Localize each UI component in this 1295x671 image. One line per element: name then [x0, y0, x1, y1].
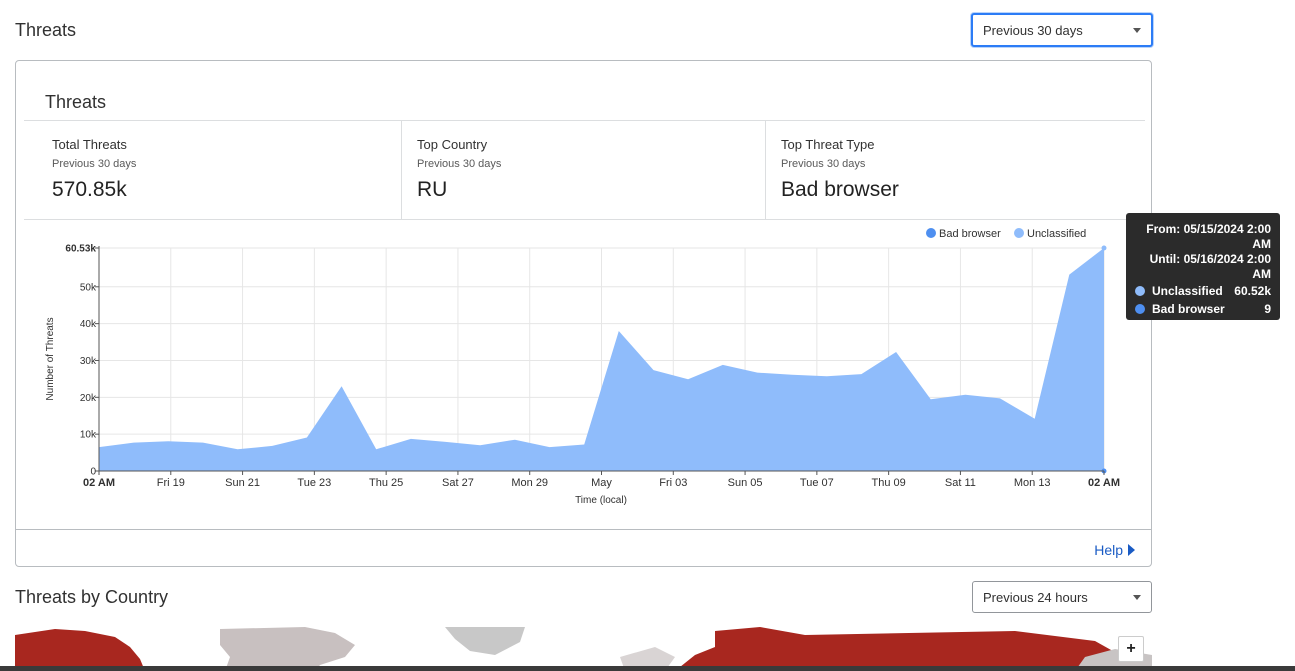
country-range-value: Previous 24 hours: [983, 589, 1088, 605]
unclassified-dot-icon: [1135, 286, 1145, 296]
map-zoom-in-button[interactable]: +: [1118, 636, 1144, 662]
page-title: Threats: [15, 20, 77, 40]
tooltip-row-name: Unclassified: [1152, 284, 1223, 298]
map-region-greenland: [445, 627, 525, 655]
tooltip-row-bad-browser: Bad browser 9: [1135, 300, 1271, 318]
time-range-value: Previous 30 days: [983, 22, 1083, 38]
stat-label: Top Country: [417, 137, 488, 152]
time-range-select[interactable]: Previous 30 days: [971, 13, 1153, 47]
tooltip-until: Until: 05/16/2024 2:00 AM: [1149, 252, 1271, 281]
caret-right-icon: [1128, 544, 1135, 556]
help-link[interactable]: Help: [1094, 542, 1135, 558]
map-region-canada: [220, 627, 355, 671]
tooltip-row-unclassified: Unclassified 60.52k: [1135, 282, 1271, 300]
stat-top-threat-type: Top Threat Type Previous 30 days Bad bro…: [766, 121, 1145, 219]
map-region-north-america: [15, 629, 145, 671]
stat-label: Total Threats: [52, 137, 127, 152]
bottom-bar: [0, 666, 1295, 671]
bad-browser-dot-icon: [1135, 304, 1145, 314]
stat-label: Top Threat Type: [781, 137, 875, 152]
card-footer: Help: [16, 529, 1151, 567]
tooltip-row-value: 60.53k: [1234, 320, 1271, 334]
chart-tooltip: From: 05/15/2024 2:00 AM Until: 05/16/20…: [1126, 213, 1280, 334]
country-range-select[interactable]: Previous 24 hours: [972, 581, 1152, 613]
card-title: Threats: [45, 92, 107, 112]
stat-value: Bad browser: [781, 178, 899, 201]
chevron-down-icon: [1133, 27, 1141, 33]
map-region-russia: [675, 627, 1120, 671]
tooltip-row-value: 60.52k: [1234, 284, 1271, 298]
world-map[interactable]: [15, 627, 1152, 671]
stat-total-threats: Total Threats Previous 30 days 570.85k: [24, 121, 402, 219]
tooltip-row-name: Total: [1152, 320, 1180, 334]
tooltip-from: From: 05/15/2024 2:00 AM: [1146, 222, 1271, 251]
tooltip-row-total: Total 60.53k: [1135, 318, 1271, 336]
chevron-down-icon: [1133, 594, 1141, 600]
tooltip-row-name: Bad browser: [1152, 302, 1225, 316]
stat-sub: Previous 30 days: [417, 158, 502, 170]
stats-row: Total Threats Previous 30 days 570.85k T…: [24, 120, 1145, 220]
stat-sub: Previous 30 days: [52, 158, 137, 170]
threats-card: Threats Total Threats Previous 30 days 5…: [15, 60, 1152, 567]
stat-sub: Previous 30 days: [781, 158, 866, 170]
section-title-threats-by-country: Threats by Country: [15, 587, 169, 607]
help-label: Help: [1094, 542, 1123, 558]
stat-top-country: Top Country Previous 30 days RU: [402, 121, 766, 219]
tooltip-row-value: 9: [1264, 302, 1271, 316]
stat-value: 570.85k: [52, 178, 127, 201]
stat-value: RU: [417, 178, 448, 201]
